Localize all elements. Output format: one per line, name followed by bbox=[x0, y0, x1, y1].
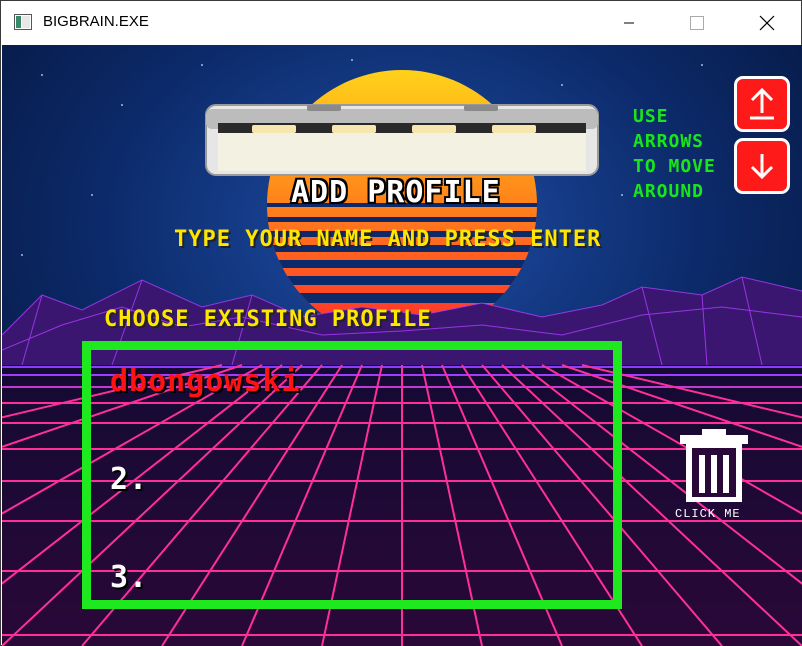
close-button[interactable] bbox=[744, 1, 790, 45]
arrow-down-icon bbox=[750, 154, 774, 180]
maximize-button[interactable] bbox=[674, 1, 720, 45]
profile-slot-2[interactable]: 2. bbox=[110, 462, 148, 497]
game-screen: ADD PROFILE TYPE YOUR NAME AND PRESS ENT… bbox=[2, 45, 802, 646]
delete-profile-label[interactable]: CLICK ME bbox=[675, 507, 741, 521]
profile-list: dbongowski 2. 3. bbox=[82, 341, 622, 609]
name-entry-instruction: TYPE YOUR NAME AND PRESS ENTER bbox=[174, 227, 602, 252]
minimize-button[interactable] bbox=[606, 1, 652, 45]
trash-icon[interactable] bbox=[674, 429, 758, 519]
app-icon bbox=[14, 14, 32, 30]
arrows-hint-line: AROUND bbox=[633, 181, 705, 202]
arrow-down-button[interactable] bbox=[734, 138, 790, 194]
arrows-hint-line: USE bbox=[633, 106, 669, 127]
app-window: BIGBRAIN.EXE ADD PROFILE TYPE YOUR NAME … bbox=[0, 0, 802, 646]
arrows-hint-line: ARROWS bbox=[633, 131, 705, 152]
arrow-up-icon bbox=[750, 87, 774, 120]
profile-slot-3[interactable]: 3. bbox=[110, 560, 148, 595]
close-icon bbox=[759, 15, 775, 31]
choose-existing-label: CHOOSE EXISTING PROFILE bbox=[104, 307, 432, 332]
arrow-up-button[interactable] bbox=[734, 76, 790, 132]
title-bar[interactable]: BIGBRAIN.EXE bbox=[1, 1, 801, 45]
arrows-hint: USE ARROWS TO MOVE AROUND bbox=[633, 104, 716, 204]
add-profile-title: ADD PROFILE bbox=[291, 175, 501, 210]
profile-slot-1[interactable]: dbongowski bbox=[110, 364, 301, 399]
window-title: BIGBRAIN.EXE bbox=[43, 13, 149, 30]
maximize-icon bbox=[690, 16, 704, 30]
arrows-hint-line: TO MOVE bbox=[633, 156, 716, 177]
minimize-icon bbox=[624, 22, 634, 24]
